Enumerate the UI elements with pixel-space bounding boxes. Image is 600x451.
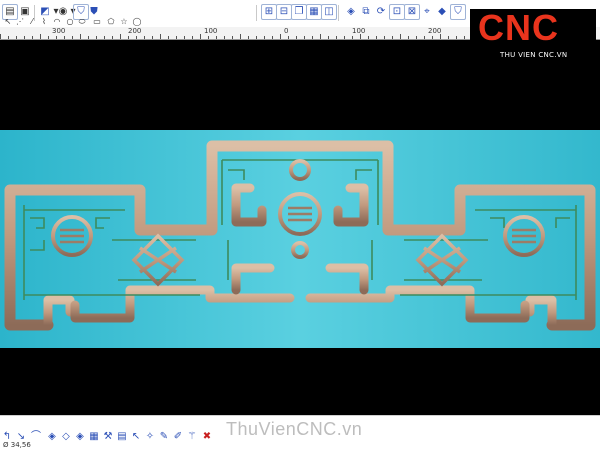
- shield-icon[interactable]: ⛉: [450, 4, 466, 20]
- ruler-tick: [144, 36, 145, 39]
- wand-icon[interactable]: ⚚: [185, 430, 199, 444]
- ruler-tick: [48, 36, 49, 39]
- select-icon[interactable]: ⊠: [404, 4, 420, 20]
- ruler-tick: [280, 34, 281, 39]
- ruler-tick: [312, 36, 313, 39]
- zoom-icon[interactable]: ⊟: [276, 4, 292, 20]
- close-icon[interactable]: ✖: [200, 430, 214, 444]
- ruler-tick: [112, 36, 113, 39]
- ruler-tick: [264, 36, 265, 39]
- relief-icon[interactable]: ▦: [87, 430, 101, 444]
- ruler-label: 300: [52, 27, 66, 35]
- tool-icon[interactable]: ⚒: [101, 430, 115, 444]
- status-coords: Ø 34,56: [3, 441, 31, 449]
- ruler-tick: [160, 34, 161, 39]
- pen-icon[interactable]: ✐: [171, 430, 185, 444]
- select-icon[interactable]: ⌒: [29, 430, 43, 444]
- ruler-tick: [408, 36, 409, 39]
- relief-icon[interactable]: ◇: [59, 430, 73, 444]
- ruler-tick: [120, 34, 121, 39]
- ruler-tick: [344, 36, 345, 39]
- ruler-tick: [0, 34, 1, 39]
- ruler-tick: [224, 36, 225, 39]
- ruler-tick: [176, 36, 177, 39]
- ruler-tick: [376, 36, 377, 39]
- ruler-label: 100: [352, 27, 366, 35]
- toolbar-separator: [338, 5, 339, 21]
- ruler-tick: [424, 36, 425, 39]
- ruler-tick: [352, 36, 353, 39]
- copy-icon[interactable]: ❐: [291, 4, 307, 20]
- ruler-tick: [304, 36, 305, 39]
- align-icon[interactable]: ⌖: [419, 4, 435, 20]
- ruler-tick: [392, 36, 393, 39]
- ruler-tick: [128, 36, 129, 39]
- ruler-tick: [152, 36, 153, 39]
- ruler-tick: [336, 36, 337, 39]
- ruler-tick: [24, 36, 25, 39]
- ruler-tick: [64, 36, 65, 39]
- ruler-tick: [16, 36, 17, 39]
- ruler-tick: [256, 36, 257, 39]
- ruler-tick: [232, 36, 233, 39]
- ruler-label: 0: [284, 27, 289, 35]
- ruler-tick: [464, 36, 465, 39]
- ruler-tick: [208, 36, 209, 39]
- ruler-tick: [80, 34, 81, 39]
- ruler-tick: [136, 36, 137, 39]
- ruler-tick: [96, 36, 97, 39]
- view-icon[interactable]: ◫: [321, 4, 337, 20]
- ruler-tick: [368, 36, 369, 39]
- ruler-tick: [384, 36, 385, 39]
- ruler-tick: [72, 36, 73, 39]
- layer-icon[interactable]: ◈: [343, 4, 359, 20]
- ruler-tick: [32, 36, 33, 39]
- watermark: ThuVienCNC.vn: [226, 419, 363, 439]
- ruler-tick: [8, 36, 9, 39]
- ruler-tick: [288, 36, 289, 39]
- ruler-tick: [296, 36, 297, 39]
- ruler-tick: [432, 36, 433, 39]
- ruler-tick: [56, 36, 57, 39]
- ruler-tick: [448, 36, 449, 39]
- pen-icon[interactable]: ✎: [157, 430, 171, 444]
- relief-carving-preview[interactable]: [0, 130, 600, 348]
- toolbar-separator: [256, 5, 257, 21]
- chart-icon[interactable]: ▤: [115, 430, 129, 444]
- ruler-tick: [360, 34, 361, 39]
- ruler-tick: [400, 34, 401, 39]
- ruler-tick: [40, 34, 41, 39]
- ruler-tick: [328, 36, 329, 39]
- brand-logo: CNC THU VIEN CNC.VN: [470, 7, 596, 61]
- ruler-tick: [184, 36, 185, 39]
- ruler-tick: [416, 36, 417, 39]
- ruler-tick: [248, 36, 249, 39]
- ruler-tick: [192, 36, 193, 39]
- ruler-tick: [168, 36, 169, 39]
- ruler-tick: [240, 34, 241, 39]
- node-icon[interactable]: ◈: [45, 430, 59, 444]
- ruler-tick: [272, 36, 273, 39]
- ruler-tick: [200, 34, 201, 39]
- ruler-label: 100: [204, 27, 218, 35]
- ruler-label: 200: [128, 27, 142, 35]
- ruler-tick: [88, 36, 89, 39]
- ruler-tick: [456, 36, 457, 39]
- relief-icon[interactable]: ◈: [73, 430, 87, 444]
- mirror-icon[interactable]: ⧉: [358, 4, 374, 20]
- ruler-tick: [320, 34, 321, 39]
- wand-icon[interactable]: ✧: [143, 430, 157, 444]
- logo-tagline: THU VIEN CNC.VN: [500, 51, 568, 59]
- rotate-icon[interactable]: ⟳: [373, 4, 389, 20]
- pan-icon[interactable]: ⊞: [261, 4, 277, 20]
- grid-icon[interactable]: ▦: [306, 4, 322, 20]
- ruler-tick: [104, 36, 105, 39]
- cursor-icon[interactable]: ↖: [129, 430, 143, 444]
- logo-text: CNC: [478, 7, 559, 48]
- snap-icon[interactable]: ⊡: [389, 4, 405, 20]
- ruler-tick: [216, 36, 217, 39]
- ruler-tick: [440, 34, 441, 39]
- measure-icon[interactable]: ◆: [434, 4, 450, 20]
